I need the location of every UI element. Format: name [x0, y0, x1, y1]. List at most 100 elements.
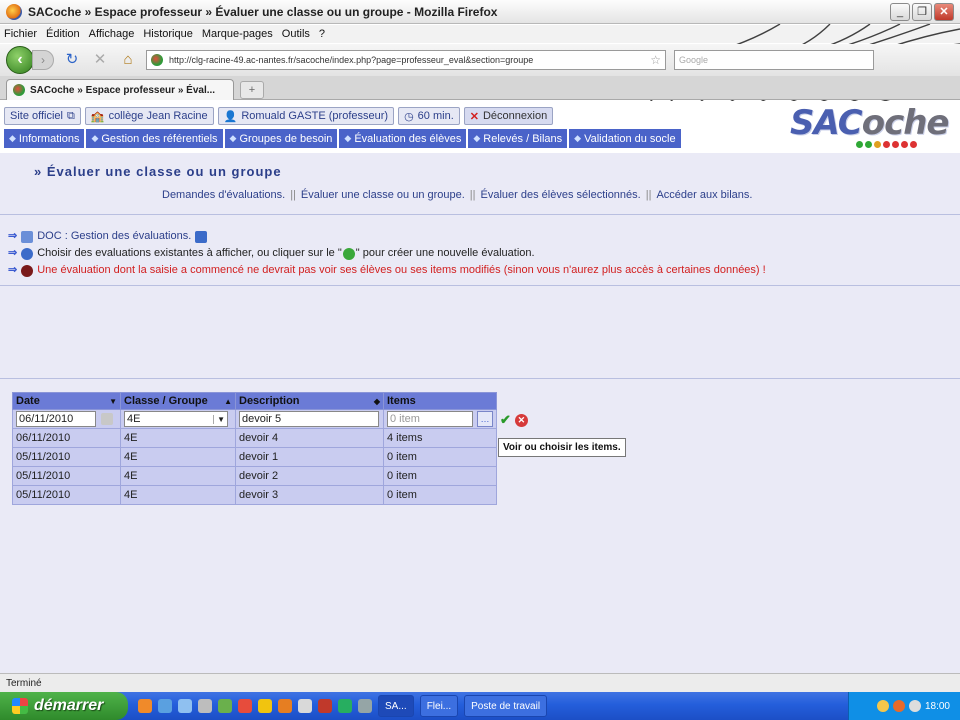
- reload-icon[interactable]: ↻: [62, 50, 82, 70]
- menu-historique[interactable]: Historique: [143, 28, 193, 40]
- menu-marque-pages[interactable]: Marque-pages: [202, 28, 273, 40]
- menu-edition[interactable]: Édition: [46, 28, 80, 40]
- table-row[interactable]: 05/11/2010 4E devoir 2 0 item: [12, 466, 497, 486]
- task-flei[interactable]: Flei...: [419, 695, 459, 717]
- cell-items: 0 item: [383, 447, 497, 467]
- table-row[interactable]: 05/11/2010 4E devoir 3 0 item: [12, 485, 497, 505]
- user-bar: Site officiel ⧉ 🏫 collège Jean Racine 👤 …: [4, 107, 554, 125]
- status-bar: Terminé: [0, 673, 960, 692]
- quicklaunch-icon[interactable]: [158, 699, 172, 713]
- menu-fichier[interactable]: Fichier: [4, 28, 37, 40]
- choose-items-button[interactable]: …: [477, 411, 493, 427]
- table-header-row: Date ▼ Classe / Groupe ▲ Description ◆ Item…: [12, 392, 497, 410]
- sort-up-icon: ▲: [224, 397, 232, 406]
- logo-text: SACoche: [790, 103, 949, 143]
- cell-items: 0 item: [383, 485, 497, 505]
- tray-icon[interactable]: [908, 700, 921, 712]
- quicklaunch-icon[interactable]: [138, 699, 152, 713]
- clock: 18:00: [924, 700, 950, 712]
- col-description[interactable]: Description ◆: [235, 392, 384, 410]
- quicklaunch-icon[interactable]: [358, 699, 372, 713]
- menu-bullet-icon: ◆: [574, 133, 582, 143]
- tab-sacoche[interactable]: SACoche » Espace professeur » Éval...: [6, 79, 234, 100]
- start-button[interactable]: démarrer: [0, 692, 128, 720]
- quicklaunch-icon[interactable]: [278, 699, 292, 713]
- official-site-label: Site officiel: [10, 110, 63, 122]
- items-input[interactable]: 0 item: [387, 411, 473, 427]
- menu-evaluation[interactable]: ◆ Évaluation des élèves: [339, 129, 467, 148]
- search-input[interactable]: Google: [674, 50, 874, 70]
- quicklaunch-icon[interactable]: [238, 699, 252, 713]
- logo-dots: [856, 141, 917, 148]
- quicklaunch-icon[interactable]: [178, 699, 192, 713]
- sort-both-icon: ◆: [373, 397, 380, 406]
- table-row[interactable]: 05/11/2010 4E devoir 1 0 item: [12, 447, 497, 467]
- group-select[interactable]: 4E ▼: [124, 411, 228, 427]
- home-icon[interactable]: ⌂: [118, 50, 138, 70]
- official-site-link[interactable]: Site officiel ⧉: [4, 107, 81, 125]
- cell-group: 4E: [120, 466, 236, 486]
- menu-informations[interactable]: ◆ Informations: [4, 129, 85, 148]
- col-groupe[interactable]: Classe / Groupe ▲: [120, 392, 236, 410]
- logout-button[interactable]: ✕ Déconnexion: [463, 107, 554, 125]
- doc-link[interactable]: DOC : Gestion des évaluations.: [37, 228, 191, 245]
- subnav-separator: ||: [469, 189, 476, 201]
- popup-icon[interactable]: [195, 230, 208, 243]
- stop-icon[interactable]: ✕: [90, 50, 110, 70]
- menu-releves[interactable]: ◆ Relevés / Bilans: [468, 129, 568, 148]
- logo-text-a: SAC: [790, 103, 863, 143]
- cancel-icon[interactable]: ✕: [514, 413, 528, 427]
- menu-label: Groupes de besoin: [239, 132, 333, 145]
- menu-referentiels[interactable]: ◆ Gestion des référentiels: [86, 129, 223, 148]
- menu-groupes[interactable]: ◆ Groupes de besoin: [224, 129, 338, 148]
- main-menu: ◆ Informations ◆ Gestion des référentiels …: [4, 129, 681, 148]
- calendar-icon[interactable]: [101, 413, 113, 425]
- subnav-bilans[interactable]: Accéder aux bilans.: [656, 189, 752, 201]
- window-title: SACoche » Espace professeur » Évaluer un…: [28, 4, 498, 19]
- quicklaunch-icon[interactable]: [218, 699, 232, 713]
- url-bar[interactable]: http://clg-racine-49.ac-nantes.fr/sacoch…: [146, 50, 666, 70]
- quicklaunch-icon[interactable]: [298, 699, 312, 713]
- back-button[interactable]: ‹: [6, 46, 34, 74]
- subnav-evaluer-eleves[interactable]: Évaluer des élèves sélectionnés.: [481, 189, 641, 201]
- col-date[interactable]: Date ▼: [12, 392, 121, 410]
- school-label: collège Jean Racine: [108, 110, 208, 122]
- subnav-evaluer-classe[interactable]: Évaluer une classe ou un groupe.: [301, 189, 465, 201]
- quicklaunch-icon[interactable]: [198, 699, 212, 713]
- add-icon: [342, 247, 355, 260]
- cell-date: 05/11/2010: [12, 447, 121, 467]
- subnav-demandes[interactable]: Demandes d'évaluations.: [162, 189, 285, 201]
- menu-outils[interactable]: Outils: [282, 28, 310, 40]
- maximize-button[interactable]: ❐: [912, 3, 932, 21]
- windows-logo-icon: [12, 698, 28, 714]
- task-firefox[interactable]: SA...: [378, 695, 414, 717]
- menu-help[interactable]: ?: [319, 28, 325, 40]
- search-placeholder: Google: [679, 55, 709, 65]
- minimize-button[interactable]: _: [890, 3, 910, 21]
- close-button[interactable]: ✕: [934, 3, 954, 21]
- col-items[interactable]: Items: [383, 392, 497, 410]
- description-input[interactable]: devoir 5: [239, 411, 379, 427]
- date-input[interactable]: 06/11/2010: [16, 411, 96, 427]
- validate-icon[interactable]: ✔: [500, 412, 511, 428]
- cell-description: devoir 4: [235, 428, 384, 448]
- quicklaunch-icon[interactable]: [318, 699, 332, 713]
- forward-button[interactable]: ›: [32, 50, 54, 70]
- menu-socle[interactable]: ◆ Validation du socle: [569, 129, 681, 148]
- tray-icon[interactable]: [876, 700, 889, 712]
- quicklaunch-icon[interactable]: [258, 699, 272, 713]
- new-tab-button[interactable]: +: [240, 81, 264, 99]
- table-row[interactable]: 06/11/2010 4E devoir 4 4 items: [12, 428, 497, 448]
- col-date-label: Date: [16, 395, 40, 407]
- col-items-label: Items: [387, 395, 416, 407]
- divider: [0, 285, 960, 286]
- menu-affichage[interactable]: Affichage: [89, 28, 135, 40]
- info-icon: [21, 247, 34, 260]
- user-icon: 👤: [223, 110, 238, 123]
- tab-bar: SACoche » Espace professeur » Éval... +: [0, 76, 960, 100]
- tray-icon[interactable]: [892, 700, 905, 712]
- task-poste-travail[interactable]: Poste de travail: [464, 695, 548, 717]
- quicklaunch-icon[interactable]: [338, 699, 352, 713]
- bookmark-star-icon[interactable]: ☆: [650, 53, 661, 67]
- col-description-label: Description: [239, 395, 300, 407]
